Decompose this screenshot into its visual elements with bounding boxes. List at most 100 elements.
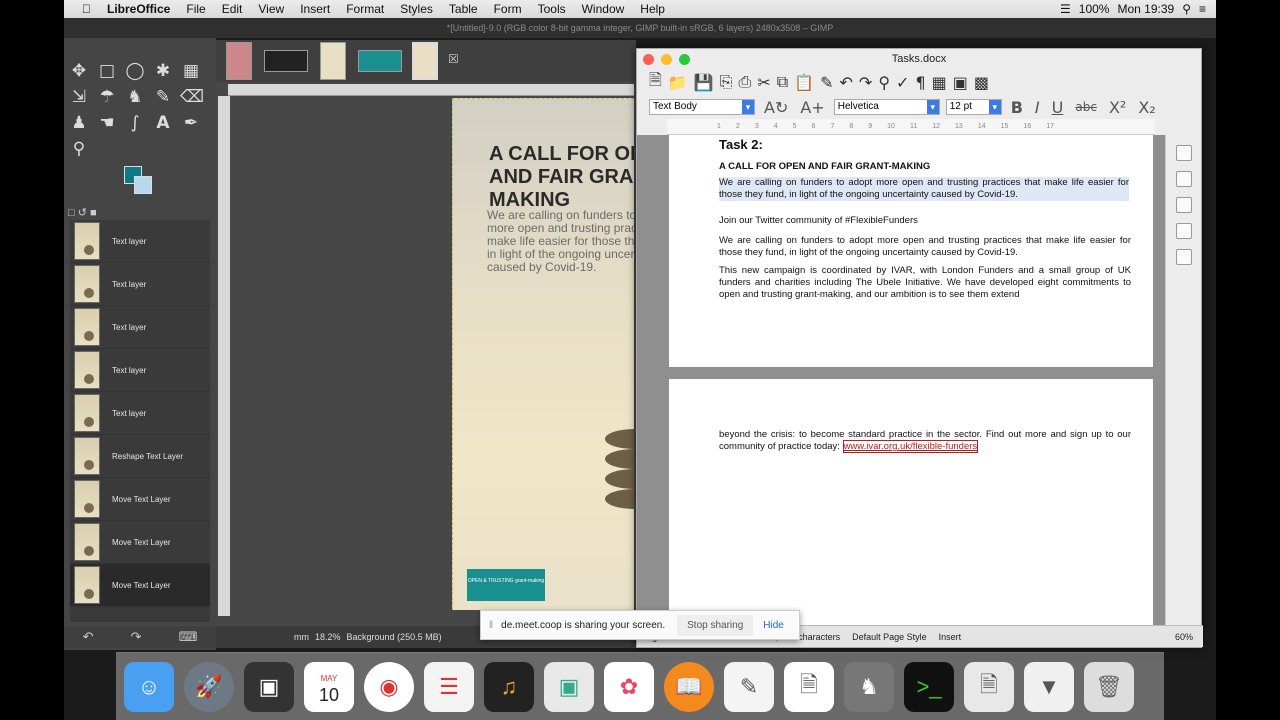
crop-icon[interactable]: ▦ [180, 60, 202, 82]
open-icon[interactable]: 📁 [668, 73, 688, 92]
gimp-icon[interactable]: ♞ [844, 661, 894, 712]
redo-icon[interactable]: ↷ [859, 73, 872, 92]
menu-edit[interactable]: Edit [214, 2, 251, 16]
menu-insert[interactable]: Insert [292, 2, 338, 16]
minimize-button[interactable] [661, 54, 672, 65]
calendar-icon[interactable]: MAY 10 [304, 661, 354, 712]
clone-format-icon[interactable]: ✎ [820, 73, 833, 92]
insert-mode[interactable]: Insert [939, 632, 962, 642]
undo-history-list[interactable]: Text layer Text layer Text layer Text la… [70, 220, 210, 622]
image-tab[interactable] [320, 42, 346, 80]
clear-history-icon[interactable]: ⌨ [179, 629, 198, 645]
formatting-marks-icon[interactable]: ¶ [915, 73, 925, 92]
selected-paragraph[interactable]: We are calling on funders to adopt more … [719, 177, 1129, 201]
downloads-folder-icon[interactable]: ▼ [1024, 661, 1074, 712]
styles-icon[interactable] [1175, 197, 1192, 213]
cut-icon[interactable]: ✂ [757, 73, 770, 92]
stop-sharing-button[interactable]: Stop sharing [677, 614, 754, 636]
paintbrush-icon[interactable]: ✎ [152, 86, 174, 108]
properties-icon[interactable] [1175, 145, 1192, 161]
copy-icon[interactable]: ⧉ [777, 72, 788, 92]
menu-list-icon[interactable]: ≡ [1199, 2, 1206, 16]
redo-icon[interactable]: ↷ [131, 629, 142, 645]
poster-image[interactable]: A CALL FOR OPEN AND FAIR GRANT-MAKING We… [452, 98, 634, 610]
spellcheck-icon[interactable]: ✓ [896, 73, 909, 92]
bold-button[interactable]: B [1011, 98, 1023, 117]
transform-icon[interactable]: ⇲ [68, 86, 90, 108]
find-icon[interactable]: ⚲ [878, 73, 890, 92]
list-item[interactable]: Text layer [70, 220, 210, 263]
color-picker-icon[interactable]: ✒ [180, 112, 202, 134]
print-icon[interactable]: ⎙ [739, 72, 752, 92]
navigator-icon[interactable] [1175, 249, 1192, 265]
books-icon[interactable]: 📖 [664, 661, 714, 712]
menu-tools[interactable]: Tools [530, 2, 574, 16]
menu-styles[interactable]: Styles [392, 2, 441, 16]
smudge-icon[interactable]: ☚ [96, 112, 118, 134]
eraser-icon[interactable]: ⌫ [180, 86, 204, 108]
close-tab-icon[interactable]: ☒ [448, 52, 459, 66]
launchpad-icon[interactable]: 🚀 [184, 661, 234, 712]
page-icon[interactable] [1175, 171, 1192, 187]
zoom-button[interactable] [679, 54, 690, 65]
list-item[interactable]: Text layer [70, 263, 210, 306]
apple-icon[interactable]:  [64, 2, 99, 16]
gallery-icon[interactable] [1175, 223, 1192, 239]
lasso-icon[interactable]: ◯ [124, 60, 146, 82]
font-size-select[interactable]: 12 pt [945, 99, 1002, 115]
textedit-icon[interactable]: ✎ [724, 661, 774, 712]
reminders-icon[interactable]: ☰ [424, 661, 474, 712]
terminal-icon[interactable]: >_ [904, 661, 954, 712]
move-tool-icon[interactable]: ✥ [68, 60, 90, 82]
underline-button[interactable]: U [1052, 98, 1064, 117]
menu-table[interactable]: Table [441, 2, 486, 16]
paragraph[interactable]: beyond the crisis: to become standard pr… [719, 429, 1131, 453]
photos-icon[interactable]: ✿ [604, 661, 654, 712]
document-area[interactable]: Task 2: A CALL FOR OPEN AND FAIR GRANT-M… [637, 135, 1165, 627]
menu-format[interactable]: Format [338, 2, 392, 16]
superscript-button[interactable]: X² [1109, 98, 1126, 117]
paragraph[interactable]: This new campaign is coordinated by IVAR… [719, 265, 1131, 301]
list-item[interactable]: Reshape Text Layer [70, 435, 210, 478]
table-icon[interactable]: ▦ [932, 73, 947, 92]
zoom-select[interactable]: 18.2% [315, 632, 341, 642]
new-style-icon[interactable]: A+ [800, 98, 824, 117]
paragraph[interactable]: Join our Twitter community of #FlexibleF… [719, 215, 1131, 227]
undo-icon[interactable]: ↶ [840, 73, 853, 92]
list-item[interactable]: Text layer [70, 306, 210, 349]
subscript-button[interactable]: X₂ [1138, 98, 1155, 117]
clock[interactable]: Mon 19:39 [1117, 2, 1174, 16]
menu-form[interactable]: Form [486, 2, 530, 16]
list-item[interactable]: Move Text Layer [70, 478, 210, 521]
italic-button[interactable]: I [1035, 98, 1040, 117]
paste-icon[interactable]: 📋 [794, 73, 814, 92]
image-tab-active[interactable] [412, 42, 438, 80]
menu-help[interactable]: Help [632, 2, 673, 16]
rect-select-icon[interactable]: □ [96, 60, 118, 82]
update-style-icon[interactable]: A↻ [764, 98, 788, 117]
libreoffice-icon[interactable]: 🗎 [784, 661, 834, 712]
drag-handle-icon[interactable]: ‖ [489, 620, 493, 631]
list-item[interactable]: Text layer [70, 349, 210, 392]
image-icon[interactable]: ▣ [953, 73, 968, 92]
close-button[interactable] [643, 54, 654, 65]
list-item[interactable]: Text layer [70, 392, 210, 435]
trash-icon[interactable]: 🗑 [1084, 661, 1134, 712]
wifi-icon[interactable]: ☰ [1060, 2, 1071, 16]
chart-icon[interactable]: ▩ [974, 73, 989, 92]
menu-file[interactable]: File [178, 2, 213, 16]
unit-select[interactable]: mm [294, 632, 309, 642]
image-tab[interactable] [264, 50, 308, 72]
strikethrough-button[interactable]: abc [1075, 100, 1097, 114]
screenshot-icon[interactable]: ▣ [244, 661, 294, 712]
menu-view[interactable]: View [250, 2, 292, 16]
app-menu[interactable]: LibreOffice [99, 2, 178, 16]
new-document-icon[interactable]: 🗎 [649, 69, 662, 96]
zoom-level[interactable]: 60% [1175, 632, 1193, 642]
image-tab[interactable] [226, 42, 252, 80]
paragraph[interactable]: We are calling on funders to adopt more … [719, 235, 1131, 259]
chrome-icon[interactable]: ◉ [364, 661, 414, 712]
path-icon[interactable]: ∫ [124, 112, 146, 134]
save-icon[interactable]: 💾 [694, 73, 714, 92]
font-name-select[interactable]: Helvetica [833, 99, 940, 115]
